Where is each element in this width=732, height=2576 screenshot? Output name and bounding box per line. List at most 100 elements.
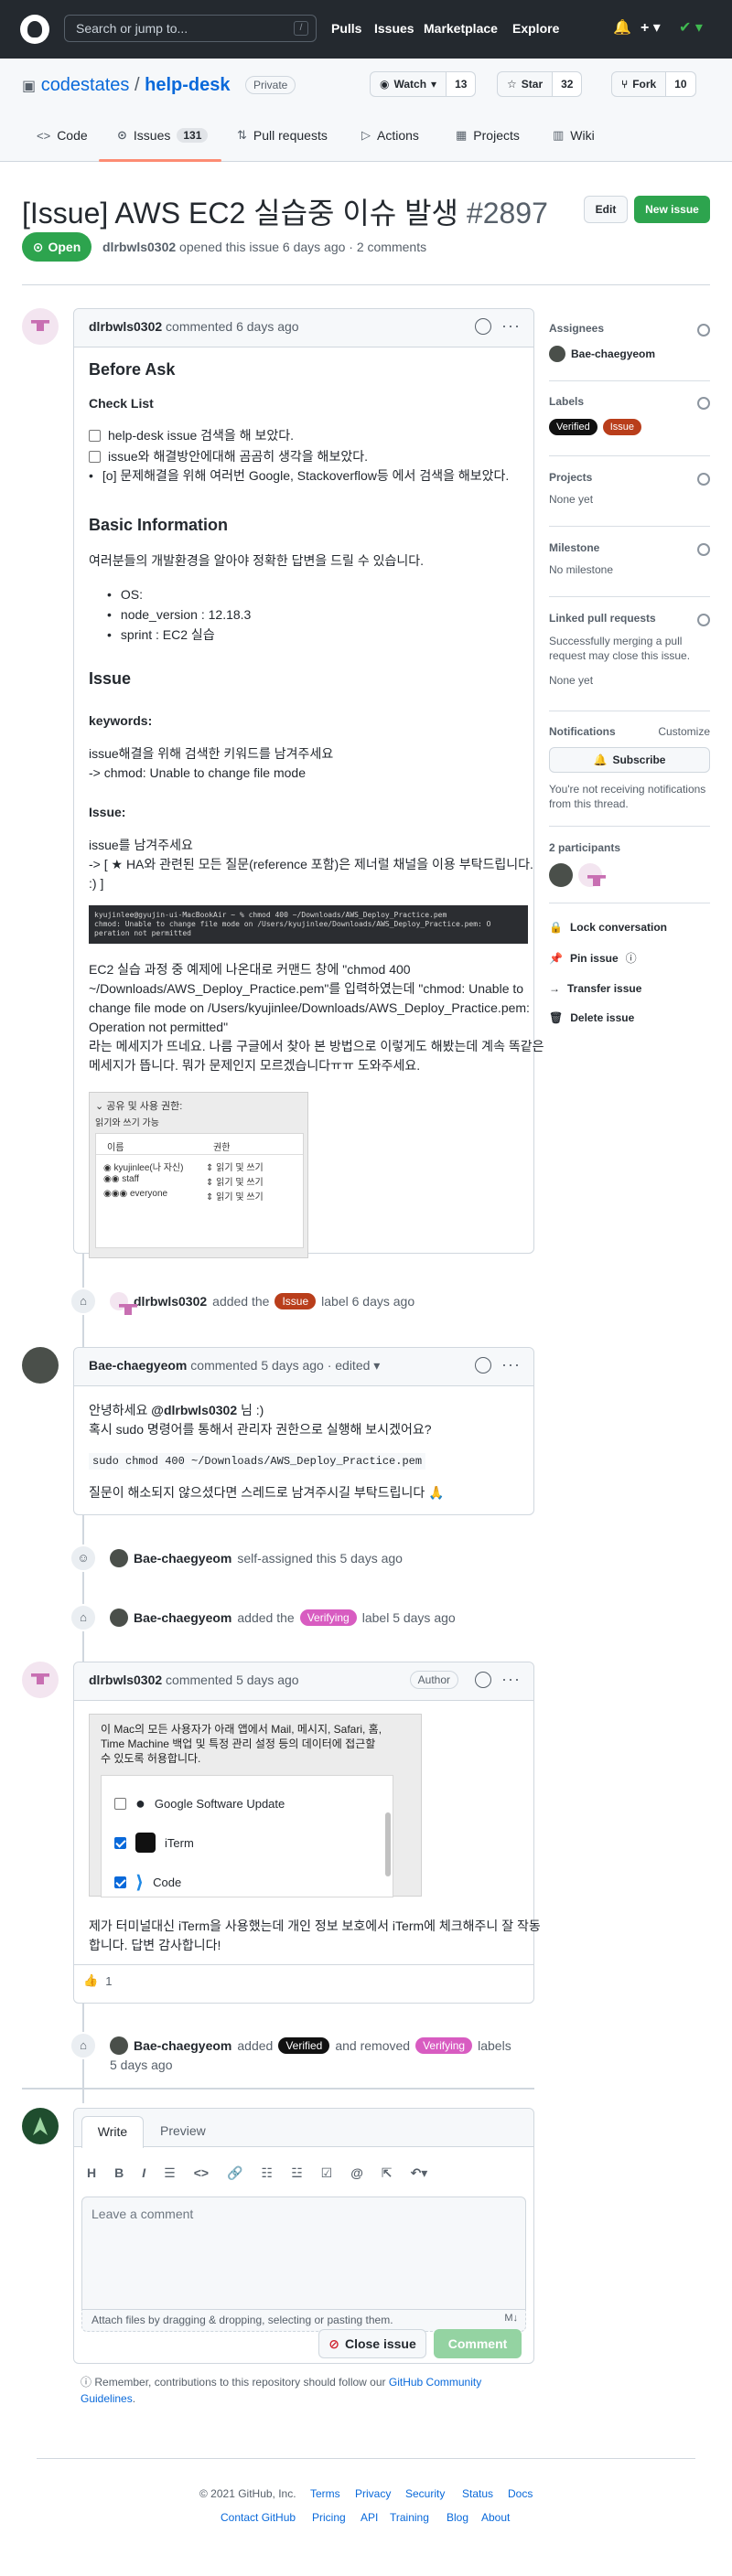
repo-owner-link[interactable]: codestates bbox=[41, 75, 130, 95]
label-verified[interactable]: Verified bbox=[278, 2037, 330, 2054]
star-count[interactable]: 32 bbox=[552, 72, 582, 96]
milestone-heading[interactable]: Milestone bbox=[549, 541, 710, 554]
kebab-icon[interactable]: ··· bbox=[501, 316, 521, 336]
assignee-item[interactable]: Bae-chaegyeom bbox=[549, 346, 710, 362]
edit-button[interactable]: Edit bbox=[584, 196, 628, 223]
task-list-icon[interactable]: ☑ bbox=[321, 2165, 333, 2181]
scrollbar[interactable] bbox=[385, 1812, 391, 1876]
issue-author-link[interactable]: dlrbwls0302 bbox=[102, 240, 176, 254]
tab-actions[interactable]: ▷ Actions bbox=[361, 128, 419, 143]
kebab-icon[interactable]: ··· bbox=[501, 1670, 521, 1689]
footer-link-blog[interactable]: Blog bbox=[447, 2511, 468, 2524]
checkbox[interactable] bbox=[114, 1836, 126, 1849]
footer-link-api[interactable]: API bbox=[361, 2511, 378, 2524]
footer-link-pricing[interactable]: Pricing bbox=[312, 2511, 346, 2524]
avatar[interactable] bbox=[22, 308, 59, 345]
avatar[interactable] bbox=[22, 1662, 59, 1698]
gear-icon[interactable] bbox=[697, 614, 710, 626]
footer-link-privacy[interactable]: Privacy bbox=[355, 2487, 391, 2500]
reaction-thumbsup[interactable]: 👍 1 bbox=[83, 1973, 112, 1988]
assignees-heading[interactable]: Assignees bbox=[549, 322, 710, 335]
italic-icon[interactable]: I bbox=[142, 2165, 145, 2181]
avatar[interactable] bbox=[22, 1347, 59, 1384]
tab-code[interactable]: <> Code bbox=[37, 128, 88, 143]
gear-icon[interactable] bbox=[697, 324, 710, 337]
gear-icon[interactable] bbox=[697, 473, 710, 486]
event-author-link[interactable]: Bae-chaegyeom bbox=[134, 1551, 231, 1566]
nav-issues[interactable]: Issues bbox=[374, 21, 414, 36]
avatar[interactable] bbox=[549, 863, 573, 887]
watch-button[interactable]: ◉ Watch ▾ 13 bbox=[370, 71, 477, 97]
smiley-icon[interactable] bbox=[475, 318, 491, 335]
avatar-menu-icon[interactable]: ✔ ▾ bbox=[679, 18, 703, 37]
label-issue[interactable]: Issue bbox=[274, 1293, 317, 1309]
gear-icon[interactable] bbox=[697, 543, 710, 556]
pin-issue[interactable]: 📌 Pin issue ⓘ bbox=[549, 950, 710, 966]
lock-conversation[interactable]: 🔒 Lock conversation bbox=[549, 921, 710, 934]
user-mention[interactable]: @dlrbwls0302 bbox=[151, 1403, 237, 1417]
labels-heading[interactable]: Labels bbox=[549, 395, 710, 408]
markdown-icon[interactable]: M↓ bbox=[504, 2313, 518, 2324]
comment-author-link[interactable]: dlrbwls0302 bbox=[89, 319, 162, 334]
reply-icon[interactable]: ↶▾ bbox=[411, 2165, 428, 2181]
smiley-icon[interactable] bbox=[475, 1672, 491, 1688]
community-guidelines-link[interactable]: Guidelines bbox=[81, 2392, 133, 2405]
comment-time[interactable]: commented 6 days ago bbox=[166, 319, 299, 334]
avatar[interactable] bbox=[110, 1549, 128, 1567]
new-issue-button[interactable]: New issue bbox=[634, 196, 710, 223]
nav-marketplace[interactable]: Marketplace bbox=[424, 21, 498, 36]
numbered-list-icon[interactable]: ☳ bbox=[291, 2165, 303, 2181]
checkbox[interactable] bbox=[89, 430, 101, 442]
search-input[interactable]: Search or jump to... / bbox=[64, 15, 317, 42]
avatar[interactable] bbox=[110, 1292, 128, 1310]
gear-icon[interactable] bbox=[697, 397, 710, 410]
bold-icon[interactable]: B bbox=[114, 2165, 124, 2181]
star-button[interactable]: ☆ Star 32 bbox=[497, 71, 583, 97]
footer-link-training[interactable]: Training bbox=[390, 2511, 429, 2524]
repo-name-link[interactable]: help-desk bbox=[145, 75, 230, 95]
footer-link-contact[interactable]: Contact GitHub bbox=[221, 2511, 296, 2524]
checkbox[interactable] bbox=[114, 1876, 126, 1888]
tab-pull-requests[interactable]: ⇅ Pull requests bbox=[237, 128, 328, 143]
community-guidelines-link[interactable]: GitHub Community bbox=[389, 2376, 481, 2389]
bullet-list-icon[interactable]: ☷ bbox=[262, 2165, 274, 2181]
avatar[interactable] bbox=[578, 863, 602, 887]
avatar[interactable] bbox=[110, 2036, 128, 2055]
quote-icon[interactable]: ☰ bbox=[164, 2165, 176, 2181]
label-verifying[interactable]: Verifying bbox=[415, 2037, 473, 2054]
tab-preview[interactable]: Preview bbox=[160, 2123, 206, 2138]
smiley-icon[interactable] bbox=[475, 1357, 491, 1374]
mention-icon[interactable]: @ bbox=[350, 2165, 363, 2181]
comment-author-link[interactable]: Bae-chaegyeom bbox=[89, 1358, 187, 1373]
label-verifying[interactable]: Verifying bbox=[299, 1609, 357, 1626]
avatar[interactable] bbox=[22, 2108, 59, 2144]
comment-time[interactable]: commented 5 days ago · edited bbox=[190, 1358, 370, 1373]
footer-link-about[interactable]: About bbox=[481, 2511, 510, 2524]
nav-pulls[interactable]: Pulls bbox=[331, 21, 361, 36]
footer-link-terms[interactable]: Terms bbox=[310, 2487, 340, 2500]
event-author-link[interactable]: Bae-chaegyeom bbox=[134, 2038, 231, 2053]
plus-icon[interactable]: + ▾ bbox=[640, 18, 661, 37]
close-issue-button[interactable]: ⊘ Close issue bbox=[318, 2329, 426, 2358]
link-icon[interactable]: 🔗 bbox=[227, 2165, 242, 2181]
reference-icon[interactable]: ⇱ bbox=[382, 2165, 393, 2181]
event-author-link[interactable]: Bae-chaegyeom bbox=[134, 1610, 231, 1625]
tab-issues[interactable]: ⊙ Issues 131 bbox=[117, 128, 209, 143]
linked-prs-heading[interactable]: Linked pull requests bbox=[549, 612, 710, 625]
event-author-link[interactable]: dlrbwls0302 bbox=[134, 1294, 207, 1309]
subscribe-button[interactable]: 🔔 Subscribe bbox=[549, 747, 710, 773]
chevron-down-icon[interactable]: ▾ bbox=[373, 1358, 380, 1373]
transfer-issue[interactable]: → Transfer issue bbox=[549, 982, 710, 995]
checkbox[interactable] bbox=[89, 451, 101, 463]
watch-count[interactable]: 13 bbox=[446, 72, 476, 96]
projects-heading[interactable]: Projects bbox=[549, 471, 710, 484]
delete-issue[interactable]: 🗑 Delete issue bbox=[549, 1011, 710, 1024]
fork-button[interactable]: ⑂ Fork 10 bbox=[611, 71, 696, 97]
footer-link-docs[interactable]: Docs bbox=[508, 2487, 533, 2500]
tab-projects[interactable]: ▦ Projects bbox=[456, 128, 520, 143]
label-verified[interactable]: Verified bbox=[549, 419, 597, 435]
avatar[interactable] bbox=[110, 1609, 128, 1627]
fork-count[interactable]: 10 bbox=[665, 72, 695, 96]
footer-link-status[interactable]: Status bbox=[462, 2487, 493, 2500]
label-issue[interactable]: Issue bbox=[602, 419, 641, 435]
